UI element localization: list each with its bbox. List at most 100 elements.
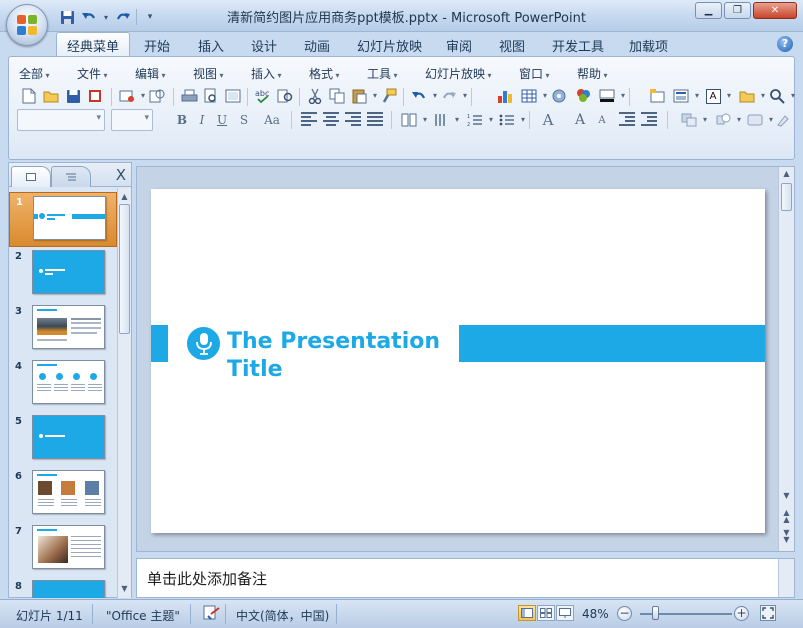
scroll-down-icon[interactable]: ▼	[779, 491, 794, 500]
current-slide[interactable]: The Presentation Title	[151, 189, 765, 533]
menu-slide-show[interactable]: 幻灯片放映	[425, 65, 492, 82]
email-icon[interactable]	[117, 86, 145, 106]
zoom-in-button[interactable]: +	[734, 606, 749, 621]
save-icon[interactable]	[63, 86, 83, 106]
slide-sorter-view-button[interactable]	[537, 605, 555, 621]
shape-effects-icon[interactable]	[773, 110, 793, 130]
menu-tools[interactable]: 工具	[367, 65, 398, 82]
print-icon[interactable]	[179, 86, 199, 106]
bullets-icon[interactable]	[497, 110, 525, 130]
outline-tab[interactable]	[51, 166, 91, 187]
text-direction-icon[interactable]	[431, 110, 459, 130]
font-color-button[interactable]: A	[539, 111, 557, 129]
zoom-level[interactable]: 48%	[582, 607, 609, 621]
table-icon[interactable]	[519, 86, 547, 106]
slide-thumbnail-5[interactable]: 5	[9, 412, 117, 467]
zoom-out-button[interactable]: −	[617, 606, 632, 621]
chart-icon[interactable]	[495, 86, 515, 106]
maximize-button[interactable]: ❐	[724, 2, 751, 19]
format-painter-icon[interactable]	[379, 86, 399, 106]
spelling-icon[interactable]: abc	[253, 86, 273, 106]
slide-thumbnail-6[interactable]: 6	[9, 467, 117, 522]
open-folder-icon[interactable]	[41, 86, 61, 106]
slide-thumbnail-1[interactable]: 1	[9, 192, 117, 247]
menu-file[interactable]: 文件	[77, 65, 108, 82]
menu-window[interactable]: 窗口	[519, 65, 550, 82]
slide-thumbnail-2[interactable]: 2	[9, 247, 117, 302]
next-slide-icon[interactable]: ▼ ▼	[779, 529, 794, 544]
tab-view[interactable]: 视图	[499, 36, 525, 55]
slide-thumbnail-3[interactable]: 3	[9, 302, 117, 357]
previous-slide-icon[interactable]: ▲ ▲	[779, 509, 794, 524]
menu-all[interactable]: 全部	[19, 65, 50, 82]
slide-show-view-button[interactable]	[556, 605, 574, 621]
redo-icon[interactable]	[439, 86, 467, 106]
scrollbar-thumb[interactable]	[119, 204, 130, 334]
tab-classic-menu[interactable]: 经典菜单	[56, 32, 131, 56]
tab-add-ins[interactable]: 加载项	[629, 36, 668, 55]
quick-styles-icon[interactable]	[713, 110, 741, 130]
slide-title[interactable]: The Presentation Title	[227, 328, 457, 384]
normal-view-button[interactable]	[518, 605, 536, 621]
cut-icon[interactable]	[305, 86, 325, 106]
scroll-down-icon[interactable]: ▼	[118, 582, 131, 595]
decrease-indent-icon[interactable]	[619, 112, 635, 126]
align-left-icon[interactable]	[301, 112, 317, 126]
shape-fill-icon[interactable]	[745, 110, 773, 130]
text-box-icon[interactable]: A	[703, 86, 731, 106]
new-slide-icon[interactable]	[647, 86, 667, 106]
slide-thumbnail-8[interactable]: 8	[9, 577, 117, 598]
slide-scrollbar[interactable]: ▲ ▼ ▲ ▲ ▼ ▼	[778, 167, 794, 551]
shadow-button[interactable]: S	[235, 111, 253, 129]
numbering-icon[interactable]: 12	[465, 110, 493, 130]
bold-button[interactable]: B	[173, 111, 191, 129]
scroll-up-icon[interactable]: ▲	[779, 169, 794, 178]
menu-view[interactable]: 视图	[193, 65, 224, 82]
slides-pane-scrollbar[interactable]: ▲ ▼	[117, 188, 131, 598]
justify-icon[interactable]	[367, 112, 383, 126]
find-icon[interactable]	[767, 86, 795, 106]
research-icon[interactable]	[275, 86, 295, 106]
print-preview-icon[interactable]	[201, 86, 221, 106]
layout-icon[interactable]	[671, 86, 699, 106]
underline-button[interactable]: U	[213, 111, 231, 129]
notes-scrollbar[interactable]	[778, 559, 794, 597]
tab-home[interactable]: 开始	[144, 36, 170, 55]
permission-icon[interactable]	[85, 86, 105, 106]
menu-edit[interactable]: 编辑	[135, 65, 166, 82]
office-button[interactable]	[6, 4, 48, 46]
minimize-button[interactable]: ▁	[695, 2, 722, 19]
help-icon[interactable]: ?	[777, 36, 793, 52]
notes-pane[interactable]: 单击此处添加备注	[136, 558, 795, 598]
tab-design[interactable]: 设计	[251, 36, 277, 55]
arrange-icon[interactable]	[679, 110, 707, 130]
font-family-combo[interactable]	[17, 109, 105, 131]
zoom-slider-thumb[interactable]	[652, 606, 659, 620]
menu-help[interactable]: 帮助	[577, 65, 608, 82]
publish-icon[interactable]	[147, 86, 167, 106]
fit-to-window-icon[interactable]	[760, 605, 776, 621]
undo-icon[interactable]	[409, 86, 437, 106]
slide-thumbnail-4[interactable]: 4	[9, 357, 117, 412]
italic-button[interactable]: I	[193, 111, 211, 129]
language-indicator[interactable]: 中文(简体，中国)	[236, 607, 329, 624]
tab-developer[interactable]: 开发工具	[552, 36, 604, 55]
close-button[interactable]: ✕	[753, 2, 797, 19]
slides-tab[interactable]	[11, 166, 51, 187]
shrink-font-button[interactable]: A	[593, 111, 611, 129]
fill-color-icon[interactable]	[597, 86, 625, 106]
notes-placeholder[interactable]: 单击此处添加备注	[147, 568, 267, 589]
columns-icon[interactable]	[399, 110, 427, 130]
menu-format[interactable]: 格式	[309, 65, 340, 82]
slide-view-icon[interactable]	[223, 86, 243, 106]
tab-animations[interactable]: 动画	[304, 36, 330, 55]
insert-folder-icon[interactable]	[737, 86, 765, 106]
font-size-combo[interactable]	[111, 109, 153, 131]
tab-review[interactable]: 审阅	[446, 36, 472, 55]
scroll-up-icon[interactable]: ▲	[118, 190, 131, 203]
picture-icon[interactable]	[573, 86, 593, 106]
increase-indent-icon[interactable]	[641, 112, 657, 126]
change-case-button[interactable]: Aa	[259, 111, 285, 129]
pane-close-button[interactable]: X	[116, 166, 126, 184]
align-right-icon[interactable]	[345, 112, 361, 126]
